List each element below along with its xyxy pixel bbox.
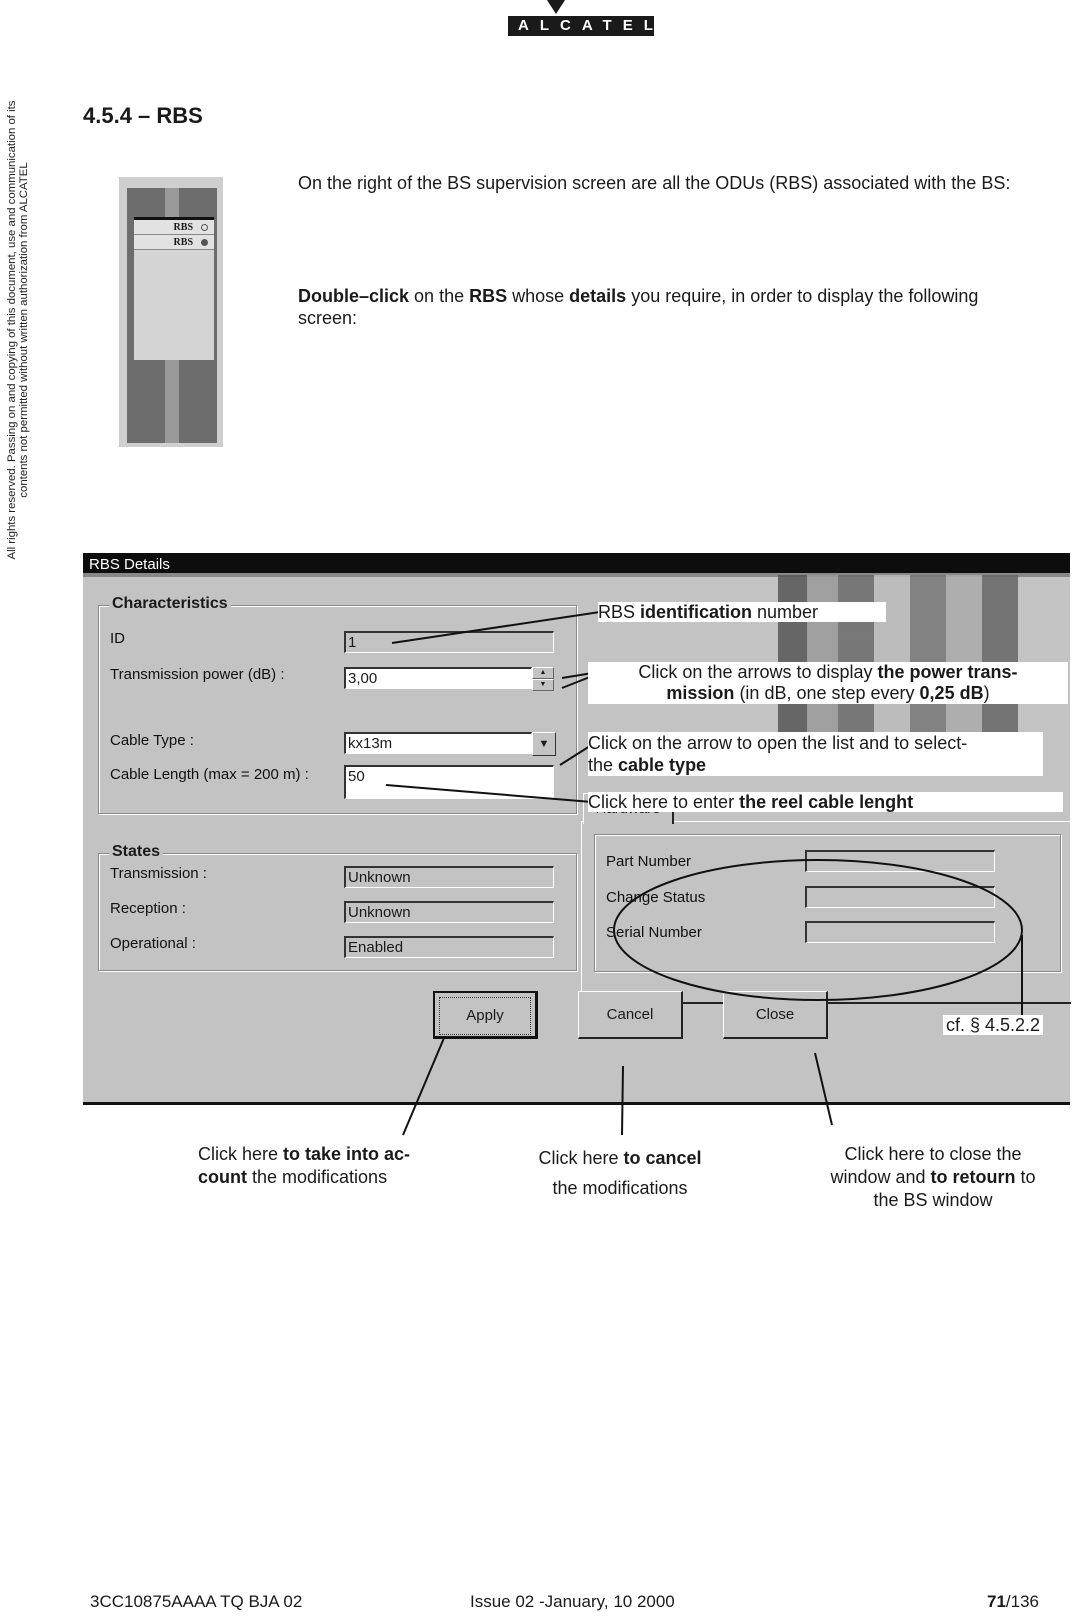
emphasis: mission: [666, 683, 735, 703]
part-number-value: [805, 850, 995, 872]
issue-date: Issue 02 -January, 10 2000: [470, 1592, 675, 1611]
dialog-titlebar[interactable]: RBS Details: [83, 553, 1070, 577]
text: number: [752, 602, 819, 622]
hollow-circle-icon: [201, 223, 208, 231]
part-number-label: Part Number: [606, 853, 692, 870]
characteristics-title: Characteristics: [109, 595, 231, 613]
text: Click here to enter: [588, 792, 740, 812]
text: window and: [830, 1167, 931, 1187]
operational-value: Enabled: [344, 936, 554, 958]
caption-close: Click here to close the window and to ret…: [808, 1143, 1058, 1212]
rbs-details-dialog: RBS Details Characteristics ID 1 Transmi…: [83, 553, 1071, 1105]
id-label: ID: [110, 630, 125, 647]
callout-power: Click on the arrows to display the power…: [588, 662, 1068, 704]
text: the modifications: [552, 1178, 688, 1198]
power-input[interactable]: 3,00: [344, 667, 532, 689]
emphasis: 0,25 dB: [919, 683, 984, 703]
cable-length-label: Cable Length (max = 200 m) :: [110, 766, 309, 783]
section-title: 4.5.4 – RBS: [83, 103, 203, 128]
apply-label: Apply: [439, 997, 531, 1035]
text: ): [983, 683, 990, 703]
states-group: States Transmission : Unknown Reception …: [98, 843, 577, 971]
characteristics-group: Characteristics ID 1 Transmission power …: [98, 595, 577, 814]
current-page: 71: [987, 1592, 1006, 1611]
apply-button[interactable]: Apply: [433, 991, 538, 1039]
cable-type-select[interactable]: kx13m: [344, 732, 532, 754]
rbs-list-item[interactable]: RBS: [134, 235, 214, 250]
text: the BS window: [873, 1190, 993, 1210]
text: whose: [507, 286, 570, 306]
reception-label: Reception :: [110, 900, 186, 917]
text: (in dB, one step every: [734, 683, 920, 703]
reception-value: Unknown: [344, 901, 554, 923]
hardware-tab-pane: Part Number Change Status Serial Number: [581, 821, 1071, 1004]
callout-reference: cf. § 4.5.2.2: [943, 1015, 1044, 1035]
rbs-list-item[interactable]: RBS: [134, 220, 214, 235]
transmission-label: Transmission :: [110, 865, 207, 882]
callout-cable-type: Click on the arrow to open the list and …: [588, 732, 1043, 776]
emphasis: Double–click: [298, 286, 410, 306]
transmission-value: Unknown: [344, 866, 554, 888]
spin-up-icon[interactable]: ▲: [532, 667, 554, 679]
emphasis: details: [569, 286, 627, 306]
text: Click on the arrows to display: [638, 662, 878, 682]
emphasis: to cancel: [623, 1148, 702, 1168]
hardware-group: Part Number Change Status Serial Number: [594, 834, 1061, 972]
cable-length-input[interactable]: 50: [344, 765, 554, 799]
serial-number-label: Serial Number: [606, 924, 702, 941]
rbs-item-label: RBS: [173, 236, 193, 248]
alcatel-logo: ALCATEL: [508, 16, 654, 36]
emphasis: the reel cable lenght: [739, 792, 914, 812]
text: Click on the arrow to open the list and …: [588, 733, 968, 753]
emphasis: to retourn: [930, 1167, 1016, 1187]
intro-paragraph: On the right of the BS supervision scree…: [298, 173, 1011, 193]
rbs-item-label: RBS: [173, 221, 193, 233]
emphasis: count: [198, 1167, 247, 1187]
caption-cancel: Click here to cancel the modifications: [520, 1143, 720, 1203]
cancel-button[interactable]: Cancel: [578, 991, 683, 1039]
text: Click here: [198, 1144, 284, 1164]
document-reference: 3CC10875AAAA TQ BJA 02: [90, 1592, 303, 1611]
operational-label: Operational :: [110, 935, 196, 952]
emphasis: cable type: [618, 755, 707, 775]
rbs-list: RBS RBS: [134, 217, 214, 360]
cable-type-label: Cable Type :: [110, 732, 194, 749]
close-button[interactable]: Close: [723, 991, 828, 1039]
text: to: [1015, 1167, 1036, 1187]
states-title: States: [109, 843, 164, 861]
power-label: Transmission power (dB) :: [110, 666, 285, 683]
callout-id: RBS identification number: [598, 602, 887, 622]
caption-apply: Click here to take into ac-count the mod…: [198, 1143, 458, 1189]
text: RBS: [598, 602, 641, 622]
power-spinner[interactable]: ▲ ▼: [532, 667, 554, 691]
copyright-notice: All rights reserved. Passing on and copy…: [6, 100, 30, 560]
emphasis: identification: [640, 602, 753, 622]
serial-number-value: [805, 921, 995, 943]
text: the modifications: [247, 1167, 388, 1187]
text: Click here to close the: [844, 1144, 1022, 1164]
text: the: [588, 755, 619, 775]
id-field: 1: [344, 631, 554, 653]
chevron-down-icon[interactable]: ▼: [532, 732, 556, 756]
change-status-label: Change Status: [606, 889, 706, 906]
total-pages: /136: [1005, 1592, 1040, 1611]
callout-cable-length: Click here to enter the reel cable lengh…: [588, 792, 1063, 812]
emphasis: RBS: [469, 286, 508, 306]
text: Click here: [538, 1148, 624, 1168]
change-status-value: [805, 886, 995, 908]
instruction-paragraph: Double–click on the RBS whose details yo…: [298, 285, 1038, 329]
emphasis: the power trans-: [877, 662, 1018, 682]
spin-down-icon[interactable]: ▼: [532, 679, 554, 691]
logo-triangle-icon: [547, 0, 565, 14]
page-number: 71/136: [987, 1592, 1039, 1612]
rbs-list-thumbnail: RBS RBS: [119, 177, 223, 447]
filled-circle-icon: [201, 238, 208, 246]
emphasis: to take into ac-: [283, 1144, 411, 1164]
text: on the: [409, 286, 470, 306]
